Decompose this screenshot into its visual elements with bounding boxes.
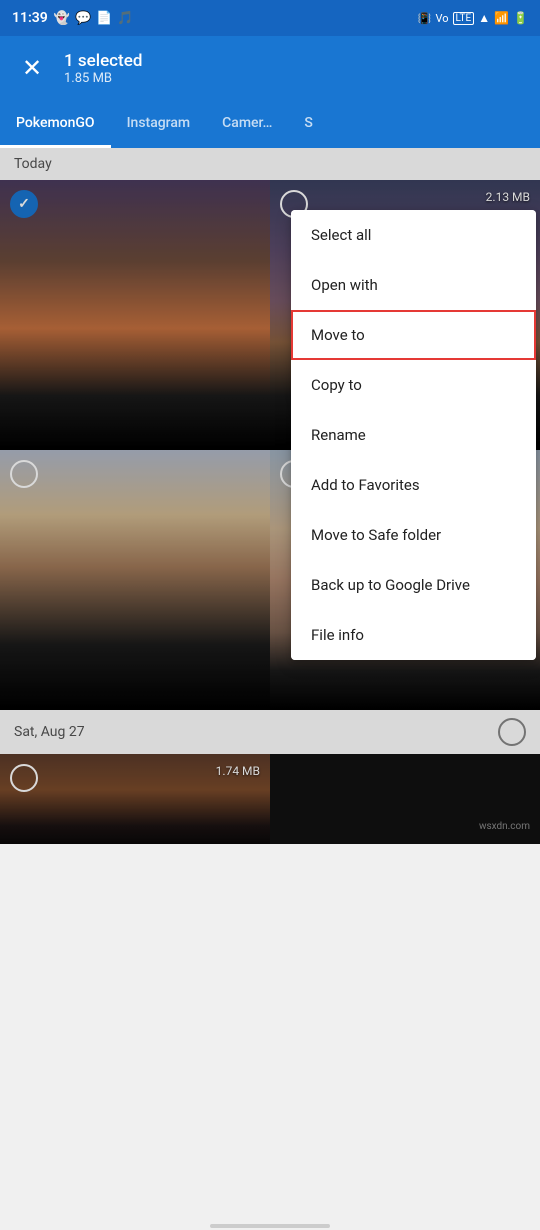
content-area: Today 2.13 MB Sat, Aug 27 <box>0 148 540 844</box>
menu-item-rename[interactable]: Rename <box>291 410 536 460</box>
signal-icon: ▲ <box>478 11 490 25</box>
status-icons-right: 📳 Vo LTE ▲ 📶 🔋 <box>418 11 528 25</box>
menu-item-add-favorites[interactable]: Add to Favorites <box>291 460 536 510</box>
menu-item-move-safe[interactable]: Move to Safe folder <box>291 510 536 560</box>
selection-title: 1 selected <box>64 51 524 71</box>
shazam-icon: 🎵 <box>117 11 133 26</box>
bottom-bar <box>0 1222 540 1230</box>
tab-instagram[interactable]: Instagram <box>111 100 207 148</box>
tabs-bar: PokemonGO Instagram Camer… S <box>0 100 540 148</box>
menu-item-copy-to[interactable]: Copy to <box>291 360 536 410</box>
status-bar: 11:39 👻 💬 📄 🎵 📳 Vo LTE ▲ 📶 🔋 <box>0 0 540 36</box>
bottom-handle <box>210 1224 330 1228</box>
vibrate-icon: 📳 <box>418 12 432 25</box>
messaging-icon: 💬 <box>75 11 91 26</box>
selection-size: 1.85 MB <box>64 71 524 86</box>
snapchat-icon: 👻 <box>54 11 70 26</box>
signal2-icon: 📶 <box>494 11 509 25</box>
files-icon: 📄 <box>96 11 112 26</box>
menu-item-move-to[interactable]: Move to <box>291 310 536 360</box>
tab-s[interactable]: S <box>288 100 328 148</box>
status-icons-left: 👻 💬 📄 🎵 <box>54 11 134 26</box>
tab-pokemongo[interactable]: PokemonGO <box>0 100 111 148</box>
battery-icon: 🔋 <box>513 11 528 25</box>
menu-item-file-info[interactable]: File info <box>291 610 536 660</box>
wifi-calling-icon: Vo <box>435 12 448 25</box>
lte-icon: LTE <box>453 12 475 25</box>
close-button[interactable]: ✕ <box>16 52 48 84</box>
app-bar: ✕ 1 selected 1.85 MB <box>0 36 540 100</box>
menu-item-select-all[interactable]: Select all <box>291 210 536 260</box>
dropdown-menu: Select all Open with Move to Copy to Ren… <box>291 210 536 660</box>
status-time: 11:39 <box>12 10 48 26</box>
menu-item-backup[interactable]: Back up to Google Drive <box>291 560 536 610</box>
selection-info: 1 selected 1.85 MB <box>64 51 524 86</box>
menu-item-open-with[interactable]: Open with <box>291 260 536 310</box>
tab-camera[interactable]: Camer… <box>206 100 288 148</box>
